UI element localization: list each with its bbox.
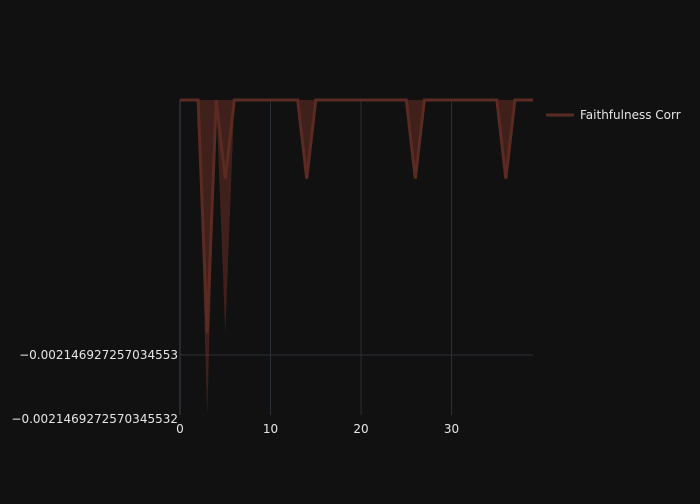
y-tick-label: −0.002146927257034553 xyxy=(19,348,178,362)
x-tick-label: 20 xyxy=(353,422,368,436)
chart-container: 0 10 20 30 −0.002146927257034553 −0.002146927… xyxy=(0,0,700,500)
x-tick-label: 30 xyxy=(444,422,459,436)
data-point xyxy=(396,99,398,101)
data-point xyxy=(532,99,534,101)
data-point xyxy=(233,99,235,101)
legend-label: Faithfulness Corr xyxy=(580,108,681,122)
data-point xyxy=(324,99,326,101)
data-point xyxy=(487,99,489,101)
data-point xyxy=(251,99,253,101)
data-point xyxy=(478,99,480,101)
data-point xyxy=(460,99,462,101)
data-point xyxy=(333,99,335,101)
data-point xyxy=(505,178,507,180)
data-point xyxy=(451,99,453,101)
data-point xyxy=(423,99,425,101)
data-point xyxy=(297,99,299,101)
data-point xyxy=(215,99,217,101)
data-point xyxy=(197,99,199,101)
data-point xyxy=(414,178,416,180)
data-point xyxy=(288,99,290,101)
data-point xyxy=(224,178,226,180)
data-point xyxy=(306,178,308,180)
data-point xyxy=(496,99,498,101)
data-point xyxy=(432,99,434,101)
data-point xyxy=(360,99,362,101)
data-point xyxy=(469,99,471,101)
data-point xyxy=(188,99,190,101)
data-point xyxy=(378,99,380,101)
data-point xyxy=(369,99,371,101)
data-point xyxy=(514,99,516,101)
data-point xyxy=(523,99,525,101)
y-tick-label: −0.0021469272570345532 xyxy=(11,412,178,426)
data-point xyxy=(206,332,208,334)
data-point xyxy=(242,99,244,101)
data-point xyxy=(270,99,272,101)
data-point xyxy=(279,99,281,101)
data-point xyxy=(342,99,344,101)
data-point xyxy=(351,99,353,101)
data-point xyxy=(315,99,317,101)
data-point xyxy=(260,99,262,101)
chart-svg: 0 10 20 30−0.002146927257034553−0.002146927… xyxy=(0,0,700,500)
data-point xyxy=(179,99,181,101)
data-point xyxy=(405,99,407,101)
data-point xyxy=(387,99,389,101)
x-tick-label: 10 xyxy=(263,422,278,436)
data-point xyxy=(441,99,443,101)
